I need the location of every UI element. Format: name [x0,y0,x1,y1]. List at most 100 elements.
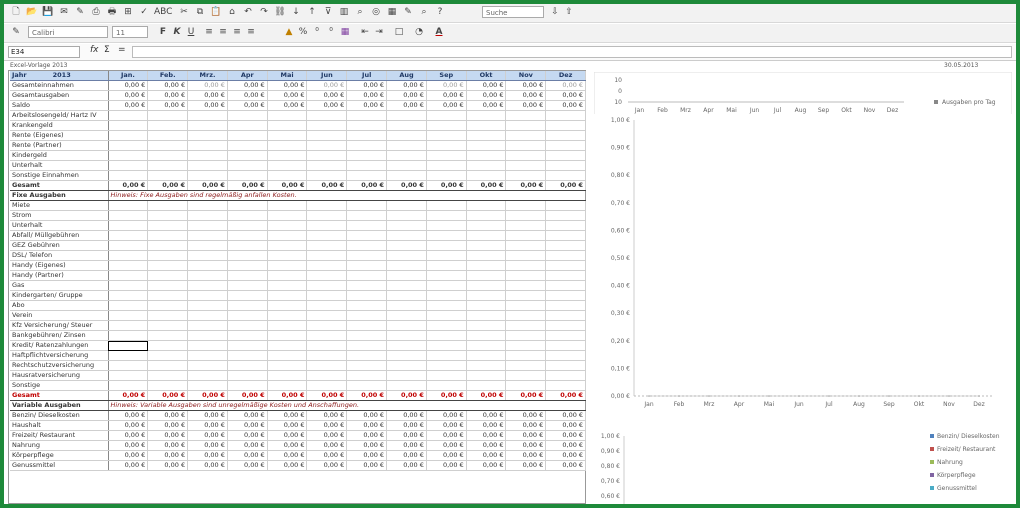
value-cell[interactable] [147,380,189,391]
value-cell[interactable] [426,320,467,331]
value-cell[interactable] [227,260,268,271]
value-cell[interactable] [267,280,308,291]
value-cell[interactable]: 0,00 € [426,460,467,471]
total-label[interactable]: Gesamt [10,390,109,401]
value-cell[interactable] [108,130,149,141]
value-cell[interactable]: 0,00 € [187,450,228,461]
value-cell[interactable] [306,280,348,291]
value-cell[interactable]: 0,00 € [426,100,467,111]
font-color-icon[interactable]: A [434,27,444,38]
value-cell[interactable] [147,140,189,151]
value-cell[interactable]: 0,00 € [267,90,308,101]
value-cell[interactable]: 0,00 € [187,410,228,421]
value-cell[interactable]: 0,00 € [227,460,268,471]
value-cell[interactable]: 0,00 € [108,80,149,91]
value-cell[interactable] [386,120,427,131]
value-cell[interactable]: 0,00 € [267,80,308,91]
value-cell[interactable] [545,210,587,221]
value-cell[interactable]: 0,00 € [306,410,348,421]
value-cell[interactable] [505,320,547,331]
value-cell[interactable] [267,380,308,391]
month-header[interactable]: Dez [545,71,587,81]
value-cell[interactable] [466,270,507,281]
month-header[interactable]: Okt [466,71,507,81]
value-cell[interactable] [545,280,587,291]
value-cell[interactable]: 0,00 € [267,460,308,471]
fixed-label[interactable]: Haftpflichtversicherung [10,350,109,361]
month-header[interactable]: Mai [267,71,308,81]
value-cell[interactable] [466,260,507,271]
value-cell[interactable] [187,140,228,151]
value-cell[interactable] [346,160,388,171]
value-cell[interactable] [505,200,547,211]
variable-label[interactable]: Benzin/ Dieselkosten [10,410,109,421]
value-cell[interactable] [267,340,308,351]
value-cell[interactable] [505,370,547,381]
value-cell[interactable] [386,230,427,241]
value-cell[interactable]: 0,00 € [505,450,547,461]
value-cell[interactable] [147,270,189,281]
value-cell[interactable] [426,170,467,181]
value-cell[interactable] [187,360,228,371]
value-cell[interactable] [267,110,308,121]
value-cell[interactable] [306,380,348,391]
value-cell[interactable] [108,260,149,271]
copy-icon[interactable]: ⧉ [194,7,206,18]
value-cell[interactable] [108,290,149,301]
value-cell[interactable] [466,330,507,341]
value-cell[interactable] [108,160,149,171]
value-cell[interactable]: 0,00 € [306,450,348,461]
value-cell[interactable] [505,240,547,251]
value-cell[interactable] [505,250,547,261]
value-cell[interactable] [227,150,268,161]
value-cell[interactable] [187,260,228,271]
value-cell[interactable] [306,270,348,281]
value-cell[interactable] [346,360,388,371]
value-cell[interactable]: 0,00 € [108,410,149,421]
value-cell[interactable]: 0,00 € [147,100,189,111]
value-cell[interactable]: 0,00 € [505,180,547,191]
fixed-label[interactable]: Verein [10,310,109,321]
value-cell[interactable] [267,240,308,251]
value-cell[interactable] [306,170,348,181]
value-cell[interactable] [346,170,388,181]
value-cell[interactable] [545,170,587,181]
value-cell[interactable] [147,250,189,261]
value-cell[interactable] [108,310,149,321]
value-cell[interactable] [426,160,467,171]
value-cell[interactable] [187,220,228,231]
print-icon[interactable]: 🖶 [106,7,118,18]
value-cell[interactable] [267,210,308,221]
value-cell[interactable] [108,250,149,261]
value-cell[interactable] [147,230,189,241]
value-cell[interactable] [346,290,388,301]
value-cell[interactable]: 0,00 € [267,410,308,421]
value-cell[interactable] [545,290,587,301]
value-cell[interactable] [346,250,388,261]
percent-icon[interactable]: % [298,27,308,38]
value-cell[interactable]: 0,00 € [187,440,228,451]
value-cell[interactable] [346,350,388,361]
value-cell[interactable]: 0,00 € [267,440,308,451]
value-cell[interactable] [466,210,507,221]
value-cell[interactable] [108,380,149,391]
search-down-icon[interactable]: ⇩ [550,7,560,18]
value-cell[interactable]: 0,00 € [505,440,547,451]
value-cell[interactable] [545,150,587,161]
italic-button[interactable]: K [172,27,182,38]
value-cell[interactable] [466,310,507,321]
value-cell[interactable] [227,300,268,311]
value-cell[interactable] [505,170,547,181]
fixed-label[interactable]: GEZ Gebühren [10,240,109,251]
value-cell[interactable] [386,290,427,301]
value-cell[interactable]: 0,00 € [227,90,268,101]
value-cell[interactable]: 0,00 € [227,430,268,441]
value-cell[interactable] [306,340,348,351]
value-cell[interactable] [306,260,348,271]
value-cell[interactable]: 0,00 € [306,180,348,191]
value-cell[interactable]: 0,00 € [346,460,388,471]
value-cell[interactable] [147,110,189,121]
number-format-icon[interactable]: ▦ [340,27,350,38]
value-cell[interactable] [386,170,427,181]
value-cell[interactable] [187,300,228,311]
